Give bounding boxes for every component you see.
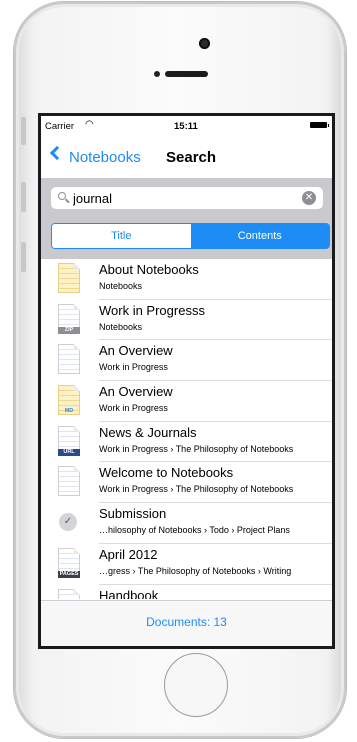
list-item-subtitle: Notebooks bbox=[99, 321, 143, 332]
scope-segmented-control[interactable]: Title Contents bbox=[51, 223, 330, 249]
status-time: 15:11 bbox=[174, 121, 198, 132]
checkmark-icon: ✓ bbox=[59, 513, 77, 532]
search-field[interactable]: ✕ bbox=[51, 187, 323, 209]
list-item-subtitle: …hilosophy of Notebooks › Todo › Project… bbox=[99, 525, 290, 536]
volume-up-button bbox=[21, 182, 26, 212]
pages-document-icon: PAGES bbox=[58, 547, 81, 579]
list-item-title: News & Journals bbox=[99, 424, 197, 440]
list-item-subtitle: Notebooks bbox=[99, 281, 143, 291]
list-item-title: About Notebooks bbox=[99, 262, 199, 277]
list-item-subtitle: Work in Progress › The Philosophy of Not… bbox=[99, 484, 294, 495]
document-icon bbox=[58, 344, 81, 375]
url-document-icon: URL bbox=[58, 425, 81, 457]
front-camera bbox=[199, 38, 210, 49]
list-item-title: An Overview bbox=[99, 384, 173, 400]
list-item-title: Welcome to Notebooks bbox=[99, 465, 234, 481]
segment-title[interactable]: Title bbox=[52, 224, 191, 248]
home-button[interactable] bbox=[164, 653, 228, 717]
segment-contents[interactable]: Contents bbox=[190, 224, 329, 248]
mute-switch bbox=[21, 117, 26, 145]
list-item[interactable]: ZIP Work in Progresss Notebooks bbox=[41, 300, 332, 341]
document-icon bbox=[58, 588, 81, 599]
carrier-label: Carrier bbox=[45, 121, 75, 132]
list-item-title: An Overview bbox=[99, 343, 173, 359]
search-icon bbox=[58, 192, 66, 200]
navigation-bar: Notebooks Search bbox=[41, 138, 332, 178]
list-item-title: April 2012 bbox=[99, 546, 158, 562]
list-item-title: Handbook bbox=[99, 587, 159, 600]
earpiece-speaker bbox=[165, 71, 208, 77]
markdown-document-icon: MD bbox=[58, 385, 81, 416]
list-item-subtitle: …gress › The Philosophy of Notebooks › W… bbox=[99, 565, 292, 576]
battery-icon bbox=[310, 122, 329, 128]
proximity-sensor bbox=[154, 71, 160, 77]
list-item[interactable]: ✓ Submission …hilosophy of Notebooks › T… bbox=[41, 503, 332, 544]
status-bar: Carrier ◠ 15:11 bbox=[41, 116, 332, 136]
zip-document-icon: ZIP bbox=[58, 303, 81, 335]
list-item[interactable]: URL News & Journals Work in Progress › T… bbox=[41, 422, 332, 463]
screen: Carrier ◠ 15:11 Notebooks Search ✕ Title… bbox=[38, 113, 335, 649]
chevron-left-icon[interactable] bbox=[49, 145, 65, 161]
list-item-subtitle: Work in Progress bbox=[99, 403, 168, 414]
wifi-icon: ◠ bbox=[85, 119, 94, 130]
list-item-title: Work in Progresss bbox=[99, 302, 205, 318]
back-button-label[interactable]: Notebooks bbox=[69, 149, 141, 166]
documents-count: Documents: 13 bbox=[146, 615, 227, 629]
list-item[interactable]: Handbook bbox=[41, 585, 332, 600]
list-item[interactable]: An Overview Work in Progress bbox=[41, 340, 332, 382]
list-item-title: Submission bbox=[99, 506, 167, 522]
document-icon bbox=[58, 466, 81, 497]
list-item[interactable]: About Notebooks Notebooks bbox=[41, 259, 332, 300]
list-item[interactable]: Welcome to Notebooks Work in Progress › … bbox=[41, 462, 332, 504]
list-item[interactable]: MD An Overview Work in Progress bbox=[41, 381, 332, 422]
page-title: Search bbox=[166, 149, 217, 166]
search-input[interactable] bbox=[73, 189, 293, 207]
volume-down-button bbox=[21, 242, 26, 272]
clear-icon[interactable]: ✕ bbox=[302, 191, 316, 205]
list-item-subtitle: Work in Progress bbox=[99, 362, 168, 373]
list-item[interactable]: PAGES April 2012 …gress › The Philosophy… bbox=[41, 544, 332, 585]
yellow-document-icon bbox=[58, 263, 81, 294]
list-item-subtitle: Work in Progress › The Philosophy of Not… bbox=[99, 443, 294, 454]
results-list: About Notebooks Notebooks ZIP Work in Pr… bbox=[41, 259, 332, 599]
bottom-toolbar: Documents: 13 bbox=[41, 600, 332, 646]
